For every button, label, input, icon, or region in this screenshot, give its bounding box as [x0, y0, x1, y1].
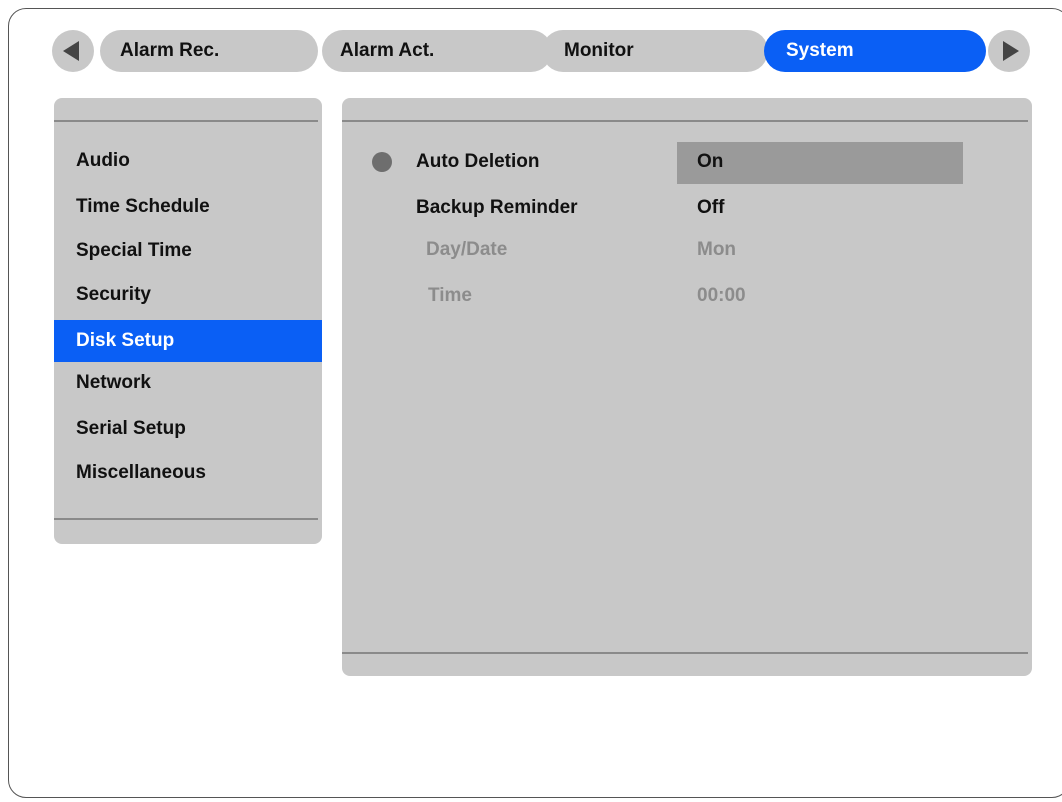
sidebar-item-disk-setup[interactable]: Disk Setup — [54, 320, 322, 362]
sidebar-item-label: Disk Setup — [76, 330, 175, 351]
time-label: Time — [428, 285, 473, 306]
next-tab-button[interactable] — [988, 30, 1030, 72]
tab-monitor[interactable]: Monitor — [542, 30, 768, 72]
tab-label: Alarm Act. — [340, 40, 435, 61]
divider — [342, 652, 1028, 654]
right-arrow-icon — [1003, 41, 1019, 61]
sidebar-item-serial-setup[interactable]: Serial Setup — [54, 408, 322, 450]
sidebar-item-audio[interactable]: Audio — [54, 140, 322, 182]
sidebar-item-label: Miscellaneous — [76, 462, 206, 483]
tab-system[interactable]: System — [764, 30, 986, 72]
time-value: 00:00 — [697, 285, 746, 306]
auto-deletion-value-text: On — [697, 151, 724, 172]
sidebar-item-network[interactable]: Network — [54, 362, 322, 404]
tab-label: System — [786, 40, 854, 61]
bullet-icon — [372, 152, 392, 172]
divider — [54, 518, 318, 520]
sidebar-item-label: Serial Setup — [76, 418, 186, 439]
sidebar-panel: Audio Time Schedule Special Time Securit… — [54, 98, 322, 544]
sidebar-item-special-time[interactable]: Special Time — [54, 230, 322, 272]
tab-alarm-act[interactable]: Alarm Act. — [322, 30, 552, 72]
sidebar-item-label: Time Schedule — [76, 196, 210, 217]
prev-tab-button[interactable] — [52, 30, 94, 72]
tab-alarm-rec[interactable]: Alarm Rec. — [100, 30, 318, 72]
sidebar-item-label: Network — [76, 372, 151, 393]
divider — [54, 120, 318, 122]
sidebar-item-label: Security — [76, 284, 151, 305]
backup-reminder-label: Backup Reminder — [416, 197, 578, 218]
day-date-label: Day/Date — [426, 239, 508, 260]
tab-label: Monitor — [564, 40, 634, 61]
sidebar-item-time-schedule[interactable]: Time Schedule — [54, 186, 322, 228]
auto-deletion-label: Auto Deletion — [416, 151, 540, 172]
settings-panel: Auto Deletion On Backup Reminder Off Day… — [342, 98, 1032, 676]
left-arrow-icon — [63, 41, 79, 61]
tab-label: Alarm Rec. — [120, 40, 220, 61]
sidebar-item-security[interactable]: Security — [54, 274, 322, 316]
sidebar-item-label: Special Time — [76, 240, 192, 261]
sidebar-item-miscellaneous[interactable]: Miscellaneous — [54, 452, 322, 494]
day-date-value: Mon — [697, 239, 737, 260]
backup-reminder-value[interactable]: Off — [697, 188, 724, 228]
sidebar-item-label: Audio — [76, 150, 130, 171]
divider — [342, 120, 1028, 122]
